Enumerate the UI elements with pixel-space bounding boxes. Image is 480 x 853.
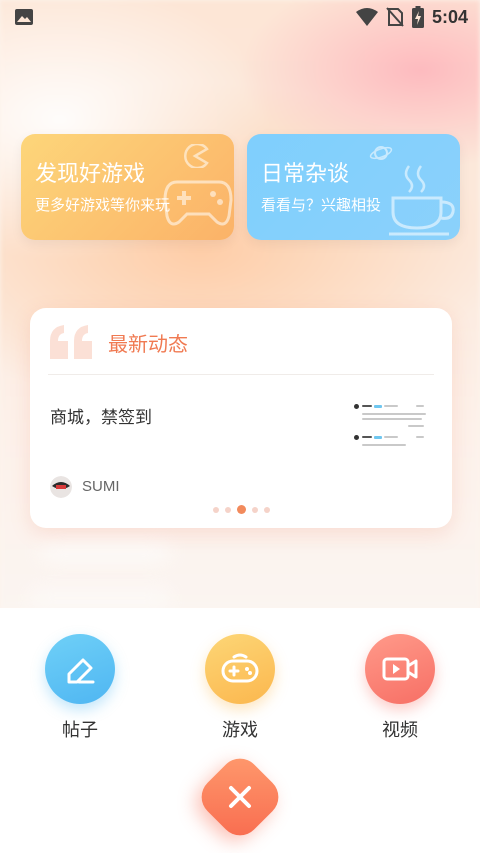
game-action-button[interactable]: 游戏 — [190, 634, 290, 742]
post-action-icon-circle[interactable] — [45, 634, 115, 704]
post-action-label: 帖子 — [62, 720, 98, 741]
video-action-label: 视频 — [382, 720, 418, 741]
wifi-icon — [355, 8, 378, 26]
news-heading: 最新动态 — [108, 332, 188, 356]
daily-chat-card[interactable]: 日常杂谈 看看与？兴趣相投 — [247, 134, 460, 240]
image-notification-icon — [15, 9, 33, 25]
no-sim-icon — [386, 7, 404, 27]
news-thumbnail — [350, 392, 432, 454]
edit-icon — [67, 658, 95, 684]
close-icon — [229, 786, 251, 808]
divider — [48, 374, 434, 375]
carousel-indicator — [30, 505, 452, 514]
video-action-button[interactable]: 视频 — [350, 634, 450, 742]
author-name[interactable]: SUMI — [82, 478, 120, 495]
carousel-dot[interactable] — [224, 506, 231, 513]
status-bar: 5:04 — [0, 0, 480, 34]
close-button-glyph[interactable] — [207, 764, 273, 830]
discover-games-card[interactable]: 发现好游戏 更多好游戏等你来玩 — [21, 134, 234, 240]
carousel-dot[interactable] — [251, 506, 258, 513]
card-title: 日常杂谈 — [261, 162, 350, 187]
video-icon — [382, 657, 418, 681]
game-action-label: 游戏 — [222, 720, 258, 741]
planet-decoration-icon — [369, 146, 393, 160]
card-subtitle: 更多好游戏等你来玩 — [35, 196, 171, 214]
post-action-button[interactable]: 帖子 — [30, 634, 130, 742]
clock: 5:04 — [431, 6, 468, 27]
gamepad-icon — [221, 653, 259, 683]
game-action-icon-circle[interactable] — [205, 634, 275, 704]
blurred-background-item — [40, 540, 170, 562]
blurred-background-item — [30, 590, 170, 606]
latest-news-card[interactable]: 最新动态 商城，禁签到 SUMI — [30, 308, 452, 528]
carousel-dot[interactable] — [212, 506, 219, 513]
card-title: 发现好游戏 — [35, 162, 146, 187]
quote-icon — [50, 325, 92, 359]
carousel-dot[interactable] — [263, 506, 270, 513]
coffee-cup-decoration-icon — [389, 165, 455, 236]
video-action-icon-circle[interactable] — [365, 634, 435, 704]
author-avatar[interactable] — [50, 476, 72, 498]
carousel-dot-active[interactable] — [236, 505, 246, 514]
card-subtitle: 看看与？兴趣相投 — [261, 196, 382, 214]
news-text: 商城，禁签到 — [50, 408, 152, 428]
gamepad-decoration-icon — [163, 180, 233, 226]
battery-charging-icon — [411, 6, 424, 28]
pacman-decoration-icon — [184, 144, 209, 168]
